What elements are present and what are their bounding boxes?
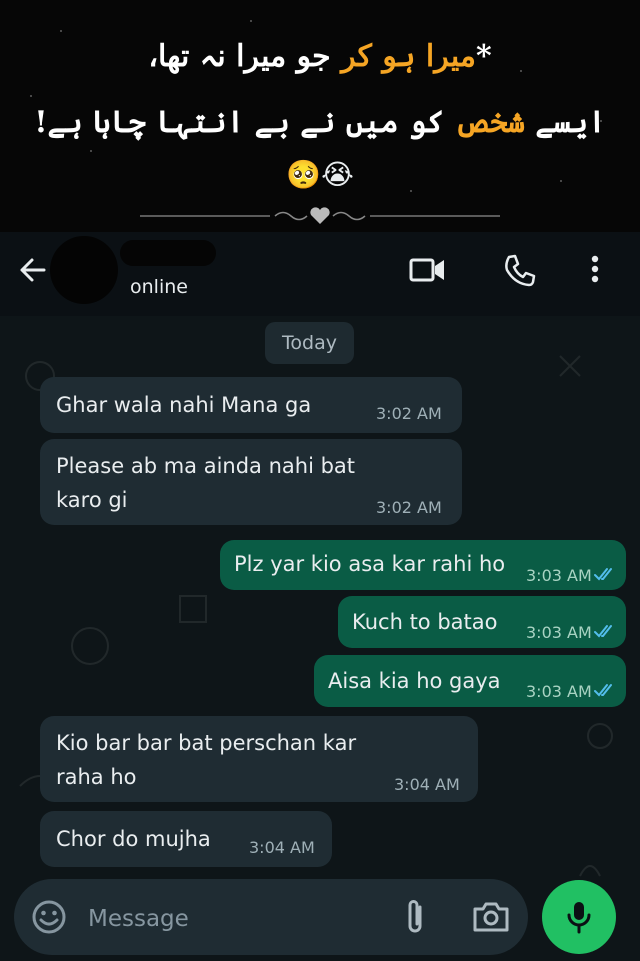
more-options-button[interactable] [576,252,616,288]
contact-avatar[interactable] [50,236,118,304]
back-button[interactable] [14,252,54,288]
read-receipt-icon [594,684,612,697]
poem-line-1-highlight: میرا ہو کر [341,39,476,74]
star-dot [60,30,62,32]
back-arrow-icon [20,258,46,282]
message-text: Aisa kia ho gaya [328,669,501,693]
message-time: 3:02 AM [376,404,442,423]
star-dot [90,150,92,152]
camera-button[interactable] [470,898,512,936]
date-divider: Today [265,322,354,364]
message-bubble-incoming[interactable]: Please ab ma ainda nahi bat karo gi 3:02… [40,439,462,525]
contact-name-redacted[interactable] [120,240,216,266]
star-dot [30,95,32,97]
poem-line-1: *میرا ہو کر جو میرا نہ تھا، [0,42,640,72]
emoji-row: 🥺😭 [286,158,354,191]
message-bubble-outgoing[interactable]: Kuch to batao 3:03 AM [338,596,626,648]
heart-divider-ornament [140,207,500,224]
message-bubble-outgoing[interactable]: Aisa kia ho gaya 3:03 AM [314,655,626,707]
read-receipt-icon [594,568,612,581]
poster-banner: *میرا ہو کر جو میرا نہ تھا، ایسے شخص کو … [0,0,640,232]
voice-call-button[interactable] [500,252,540,288]
message-bubble-outgoing[interactable]: Plz yar kio asa kar rahi ho 3:03 AM [220,540,626,590]
poem-line-1-post: جو میرا نہ تھا، [148,39,342,74]
message-time: 3:03 AM [526,623,592,642]
poem-line-2-highlight: شخص [454,105,525,140]
attach-icon [408,900,422,933]
attach-button[interactable] [400,896,430,938]
star-dot [250,20,252,22]
message-text: Ghar wala nahi Mana ga [56,393,312,417]
message-text: Kuch to batao [352,610,498,634]
message-bubble-incoming[interactable]: Chor do mujha 3:04 AM [40,811,332,867]
message-time: 3:03 AM [526,566,592,585]
message-time: 3:03 AM [526,682,592,701]
poem-line-2-pre: ایسے [524,105,606,140]
message-text: Plz yar kio asa kar rahi ho [234,552,506,576]
message-input[interactable] [86,898,370,940]
message-time: 3:02 AM [376,498,442,517]
video-call-button[interactable] [408,252,448,288]
emoji-button[interactable] [30,898,68,936]
camera-icon [473,902,509,932]
video-call-icon [409,258,444,282]
message-time: 3:04 AM [249,838,315,857]
more-options-icon [591,255,599,283]
mic-button[interactable] [542,880,616,954]
poem-line-1-pre: * [475,39,492,74]
message-text: Kio bar bar bat perschan kar raha ho [56,731,357,789]
contact-status: online [130,276,188,298]
mic-icon [567,902,591,934]
poem-line-2-post: کو میں نے بے انتہا چاہا ہے! [34,105,455,140]
message-text: Please ab ma ainda nahi bat karo gi [56,454,356,512]
read-receipt-icon [594,625,612,638]
voice-call-icon [505,254,536,287]
message-bubble-incoming[interactable]: Kio bar bar bat perschan kar raha ho 3:0… [40,716,478,802]
message-time: 3:04 AM [394,775,460,794]
emoji-icon [32,900,66,934]
message-bubble-incoming[interactable]: Ghar wala nahi Mana ga 3:02 AM [40,377,462,433]
poem-line-2: ایسے شخص کو میں نے بے انتہا چاہا ہے! [0,108,640,138]
message-text: Chor do mujha [56,827,211,851]
